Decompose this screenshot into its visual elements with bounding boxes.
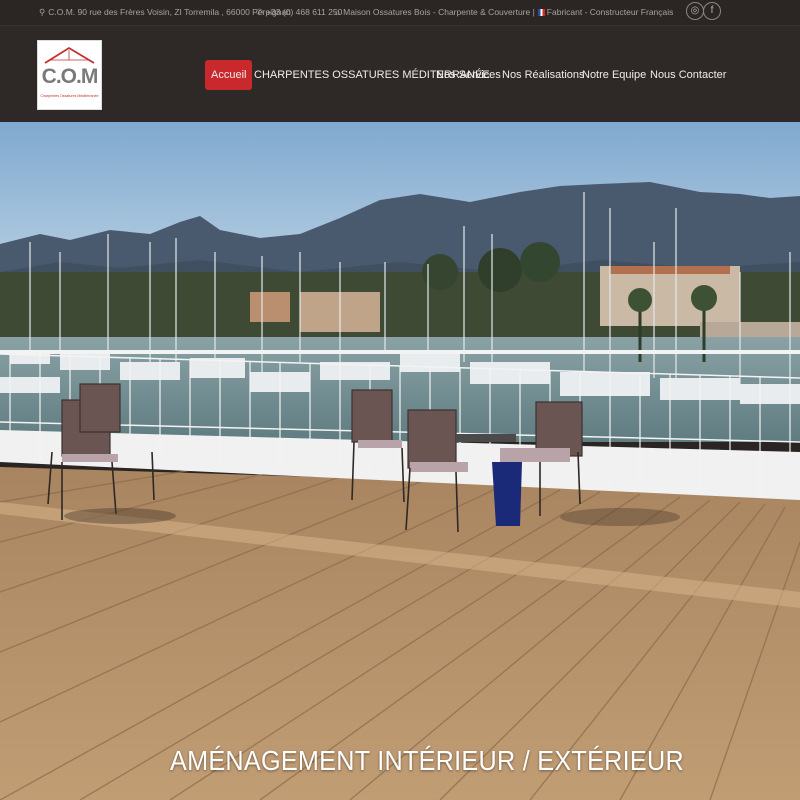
logo-text: C.O.M (41, 65, 99, 88)
nav-equipe[interactable]: Notre Equipe (582, 60, 646, 90)
main-navbar: C.O.M Charpentes Ossatures Méditerranée … (0, 26, 800, 122)
facebook-icon[interactable]: f (703, 2, 721, 20)
map-marker-icon: ⚲ (39, 7, 46, 17)
marina-deck-image (0, 122, 800, 800)
instagram-icon[interactable]: ◎ (686, 2, 704, 20)
hero-caption: AMÉNAGEMENT INTÉRIEUR / EXTÉRIEUR (170, 745, 684, 776)
logo-subtitle: Charpentes Ossatures Méditerranée (40, 94, 99, 98)
nav-accueil[interactable]: Accueil (205, 60, 253, 90)
phone-info[interactable]: ✆ +33 (0) 468 611 250 (256, 7, 342, 18)
company-logo[interactable]: C.O.M Charpentes Ossatures Méditerranée (37, 40, 102, 110)
phone-icon: ✆ (256, 7, 264, 17)
address-text: C.O.M. 90 rue des Frères Voisin, ZI Torr… (48, 7, 291, 17)
tagline-info: ⌂ Maison Ossatures Bois - Charpente & Cou… (335, 7, 673, 17)
nav-contact[interactable]: Nous Contacter (650, 60, 726, 90)
nav-realisations[interactable]: Nos Réalisations (502, 60, 585, 90)
home-icon: ⌂ (335, 7, 341, 17)
address-info: ⚲ C.O.M. 90 rue des Frères Voisin, ZI Tor… (39, 7, 291, 18)
hero-slider-image[interactable]: AMÉNAGEMENT INTÉRIEUR / EXTÉRIEUR (0, 122, 800, 800)
french-flag-icon (537, 9, 545, 16)
tagline-text-2: Fabricant - Constructeur Français (546, 7, 674, 17)
top-info-bar: ⚲ C.O.M. 90 rue des Frères Voisin, ZI Tor… (0, 0, 800, 26)
phone-text[interactable]: +33 (0) 468 611 250 (266, 7, 342, 17)
nav-services[interactable]: Nos Services (436, 60, 501, 90)
tagline-text-1: Maison Ossatures Bois - Charpente & Couv… (343, 7, 535, 17)
